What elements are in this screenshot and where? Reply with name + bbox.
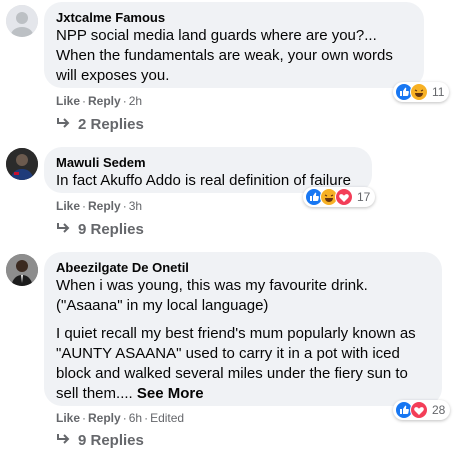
reply-button[interactable]: Reply [88,199,121,213]
comment-line-text: I quiet recall my best friend's mum popu… [56,325,416,402]
view-replies-button[interactable]: 9 Replies [56,431,144,451]
comment-bubble: Jxtcalme Famous NPP social media land gu… [44,2,424,88]
comment-author[interactable]: Abeezilgate De Onetil [56,260,430,276]
comment-actions: Like · Reply · 2h [56,94,143,108]
comment-line: When the fundamentals are weak, your own… [56,47,393,84]
love-icon [335,188,353,206]
comment-line: I quiet recall my best friend's mum popu… [56,324,430,404]
reaction-count: 17 [357,190,371,204]
haha-icon [410,83,428,101]
reply-button[interactable]: Reply [88,94,121,108]
edited-label: Edited [150,411,185,425]
replies-label: 9 Replies [78,432,144,449]
reply-arrow-icon [56,431,70,451]
reaction-count: 28 [432,403,446,417]
comment-text: NPP social media land guards where are y… [56,26,412,86]
replies-label: 9 Replies [78,221,144,238]
comment-line: NPP social media land guards where are y… [56,27,377,44]
comment-actions: Like · Reply · 6h · Edited [56,411,185,425]
view-replies-button[interactable]: 2 Replies [56,115,144,135]
comment-author[interactable]: Mawuli Sedem [56,155,360,171]
avatar[interactable] [6,5,38,37]
reaction-summary[interactable]: 11 [393,82,450,102]
reply-arrow-icon [56,220,70,240]
comment-time[interactable]: 6h [129,411,142,425]
comment-text: When i was young, this was my favourite … [56,276,430,404]
comment-author[interactable]: Jxtcalme Famous [56,10,412,26]
avatar-photo-icon [6,254,38,286]
comment-actions: Like · Reply · 3h [56,199,143,213]
comment-line: When i was young, this was my favourite … [56,277,368,314]
comment-time[interactable]: 3h [129,199,142,213]
like-button[interactable]: Like [56,199,80,213]
comment-bubble: Abeezilgate De Onetil When i was young, … [44,252,442,406]
comment-time[interactable]: 2h [129,94,142,108]
reaction-count: 11 [432,85,445,99]
reply-arrow-icon [56,115,70,135]
reply-button[interactable]: Reply [88,411,121,425]
avatar-placeholder-icon [6,5,38,37]
love-icon [410,401,428,419]
avatar-photo-icon [6,148,38,180]
reaction-summary[interactable]: 17 [303,187,376,207]
avatar[interactable] [6,148,38,180]
avatar[interactable] [6,254,38,286]
see-more-link[interactable]: See More [137,385,204,402]
replies-label: 2 Replies [78,116,144,133]
like-button[interactable]: Like [56,94,80,108]
reaction-summary[interactable]: 28 [393,400,451,420]
view-replies-button[interactable]: 9 Replies [56,220,144,240]
like-button[interactable]: Like [56,411,80,425]
